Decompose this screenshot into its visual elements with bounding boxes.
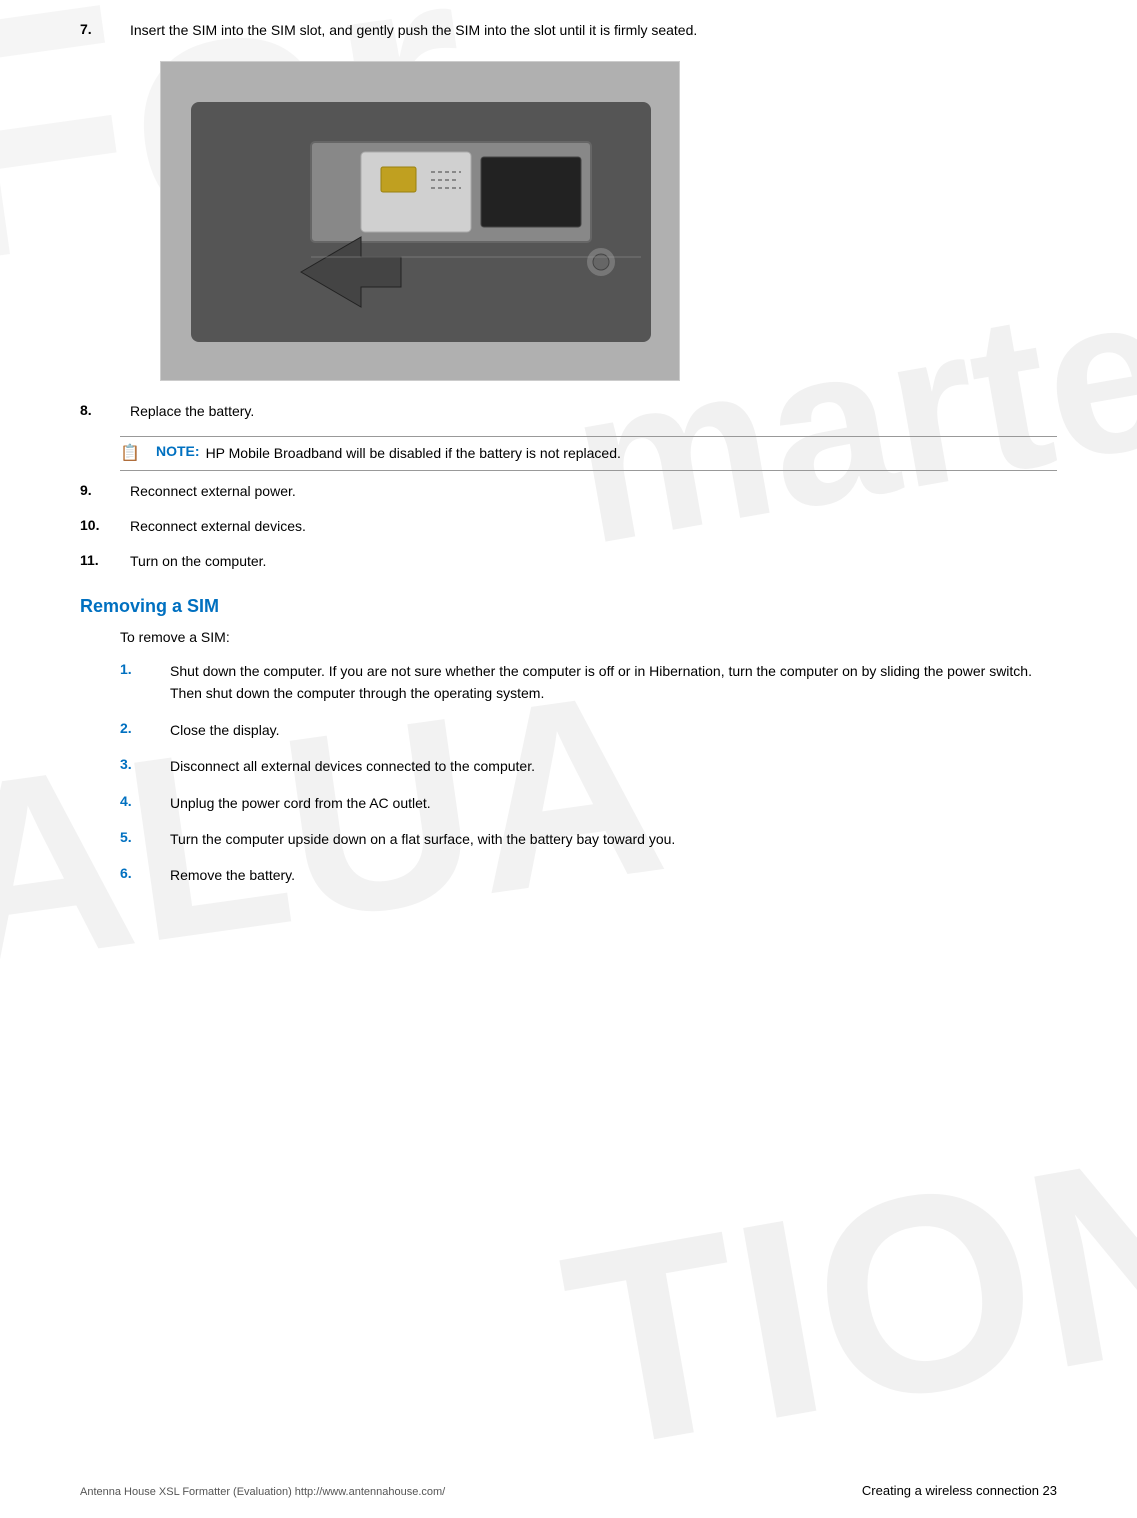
removing-step-1-text: Shut down the computer. If you are not s… <box>170 660 1057 705</box>
removing-step-3: 3.Disconnect all external devices connec… <box>120 755 1057 777</box>
intro-text: To remove a SIM: <box>120 627 1057 648</box>
note-text: HP Mobile Broadband will be disabled if … <box>206 443 1057 464</box>
removing-step-3-text: Disconnect all external devices connecte… <box>170 755 1057 777</box>
removing-step-5: 5.Turn the computer upside down on a fla… <box>120 828 1057 850</box>
step-8: 8. Replace the battery. <box>80 401 1057 422</box>
footer-right: Creating a wireless connection 23 <box>862 1483 1057 1498</box>
step-10-text: Reconnect external devices. <box>130 516 1057 537</box>
step-9: 9. Reconnect external power. <box>80 481 1057 502</box>
step-7: 7. Insert the SIM into the SIM slot, and… <box>80 20 1057 41</box>
removing-step-4: 4.Unplug the power cord from the AC outl… <box>120 792 1057 814</box>
sim-image <box>160 61 680 381</box>
step-11-text: Turn on the computer. <box>130 551 1057 572</box>
step-9-number: 9. <box>80 481 130 498</box>
section-heading: Removing a SIM <box>80 596 1057 617</box>
removing-step-1-number: 1. <box>120 660 170 677</box>
removing-step-6-text: Remove the battery. <box>170 864 1057 886</box>
main-content: 7. Insert the SIM into the SIM slot, and… <box>80 20 1057 887</box>
sim-diagram <box>161 62 679 380</box>
removing-step-4-number: 4. <box>120 792 170 809</box>
removing-step-2-text: Close the display. <box>170 719 1057 741</box>
removing-step-3-number: 3. <box>120 755 170 772</box>
step-7-text: Insert the SIM into the SIM slot, and ge… <box>130 20 1057 41</box>
footer-left: Antenna House XSL Formatter (Evaluation)… <box>80 1486 445 1498</box>
removing-step-6: 6.Remove the battery. <box>120 864 1057 886</box>
removing-step-5-number: 5. <box>120 828 170 845</box>
removing-step-5-text: Turn the computer upside down on a flat … <box>170 828 1057 850</box>
step-11-number: 11. <box>80 551 130 568</box>
step-8-number: 8. <box>80 401 130 418</box>
note-row: 📋 NOTE: HP Mobile Broadband will be disa… <box>120 436 1057 471</box>
removing-steps-list: 1.Shut down the computer. If you are not… <box>120 660 1057 887</box>
step-11: 11. Turn on the computer. <box>80 551 1057 572</box>
page-container: For marter TION ALUA 7. Insert the SIM i… <box>0 0 1137 1518</box>
step-7-number: 7. <box>80 20 130 37</box>
note-label: NOTE: <box>156 443 200 459</box>
note-icon: 📋 <box>120 443 150 463</box>
removing-step-6-number: 6. <box>120 864 170 881</box>
removing-step-4-text: Unplug the power cord from the AC outlet… <box>170 792 1057 814</box>
sim-diagram-svg <box>161 62 680 381</box>
step-9-text: Reconnect external power. <box>130 481 1057 502</box>
removing-step-2-number: 2. <box>120 719 170 736</box>
step-10: 10. Reconnect external devices. <box>80 516 1057 537</box>
removing-step-1: 1.Shut down the computer. If you are not… <box>120 660 1057 705</box>
step-8-text: Replace the battery. <box>130 401 1057 422</box>
step-10-number: 10. <box>80 516 130 533</box>
removing-step-2: 2.Close the display. <box>120 719 1057 741</box>
watermark-only: TION <box>549 1102 1137 1494</box>
